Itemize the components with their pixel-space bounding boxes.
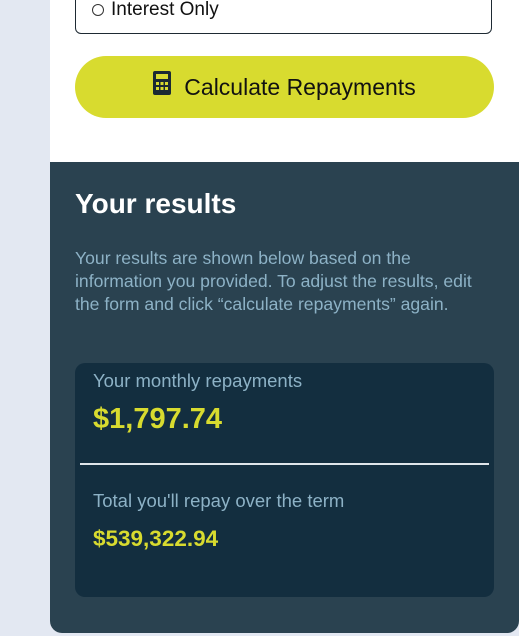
monthly-repayments-value: $1,797.74 [93, 403, 223, 435]
results-description: Your results are shown below based on th… [75, 248, 472, 314]
monthly-repayments-label: Your monthly repayments [93, 370, 303, 391]
results-summary-card: Your monthly repayments $1,797.74 Total … [75, 363, 494, 597]
calculator-icon [153, 71, 172, 95]
results-panel: Your results Your results are shown belo… [50, 162, 519, 633]
interest-only-label: Interest Only [111, 0, 219, 20]
page-edge [519, 0, 526, 636]
calculate-button-label: Calculate Repayments [184, 73, 416, 100]
calculate-repayments-button[interactable]: Calculate Repayments [75, 56, 494, 118]
calculator-card: Interest Only Calculate Repayments Your … [50, 0, 519, 633]
interest-only-option[interactable]: Interest Only [92, 0, 219, 21]
total-repay-value: $539,322.94 [93, 526, 219, 551]
repayment-type-option[interactable]: Interest Only [75, 0, 492, 34]
results-title: Your results [75, 188, 237, 219]
radio-button[interactable] [92, 4, 104, 16]
summary-divider [80, 463, 489, 465]
total-repay-label: Total you'll repay over the term [93, 490, 345, 511]
